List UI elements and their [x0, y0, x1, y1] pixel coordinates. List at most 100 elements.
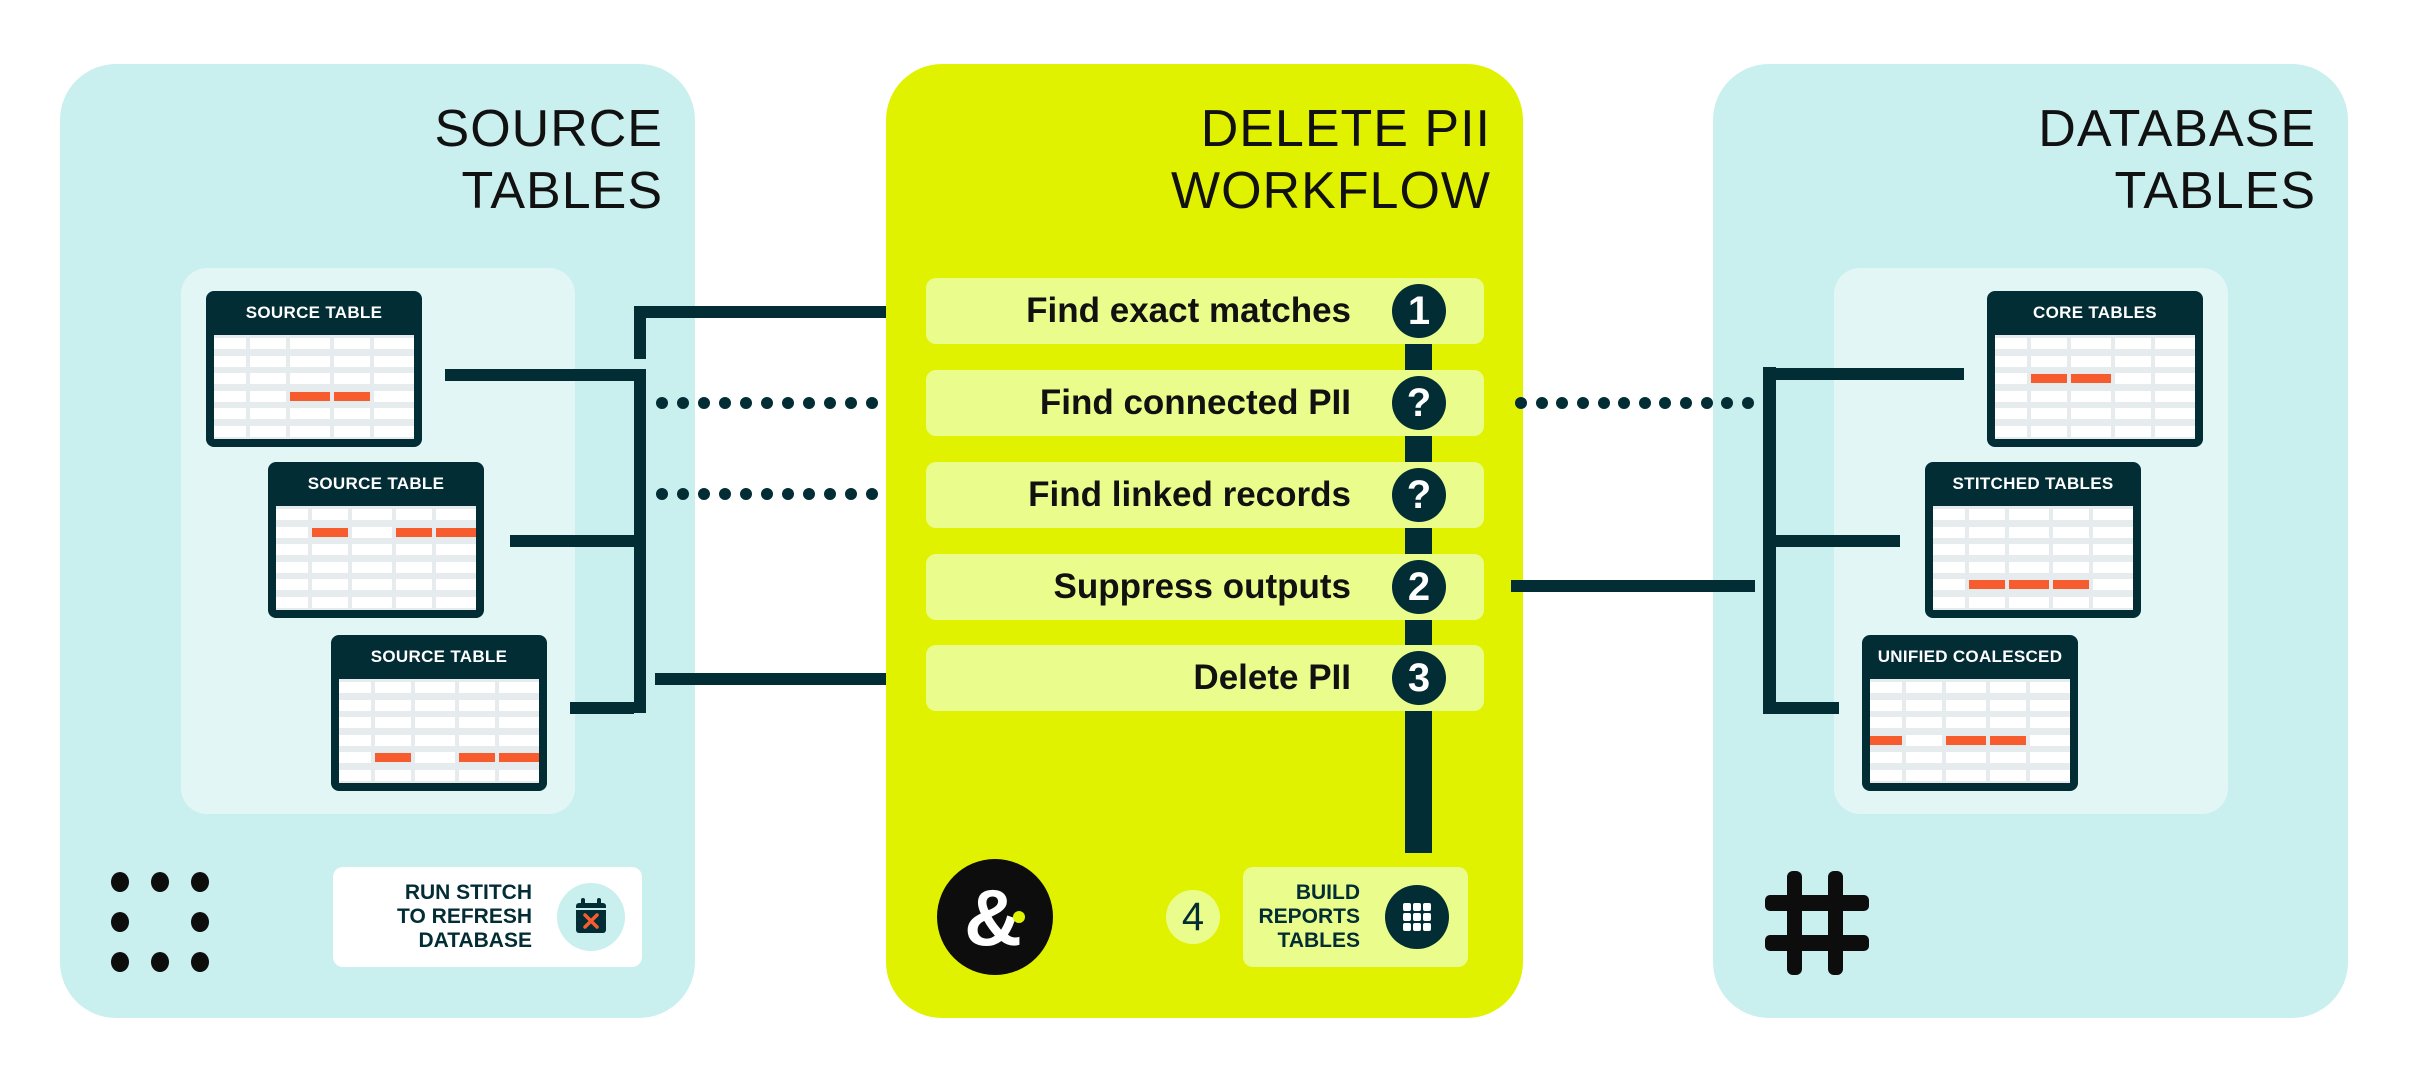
table-cell — [2093, 596, 2133, 608]
table-cell — [2155, 338, 2195, 349]
source-table[interactable]: SOURCE TABLE — [268, 462, 484, 618]
table-cell — [250, 425, 286, 437]
table-cell — [2009, 596, 2049, 608]
connector-to-step-1 — [634, 306, 899, 318]
table-cell — [250, 338, 286, 349]
step-badge: ? — [1392, 468, 1446, 522]
table-cell — [415, 734, 455, 746]
connector-dot — [761, 397, 773, 409]
build-reports-tables-button[interactable]: BUILD REPORTS TABLES — [1243, 867, 1468, 967]
table-cell — [276, 596, 308, 608]
table-cell — [352, 579, 392, 590]
table-cell — [2115, 390, 2151, 402]
highlighted-cell — [1969, 580, 2005, 589]
connector-dot — [698, 397, 710, 409]
connector-dot — [719, 397, 731, 409]
table-cell — [1933, 544, 1965, 555]
table-cell — [276, 579, 308, 590]
highlighted-cell — [396, 527, 432, 537]
table-cell — [2115, 355, 2151, 367]
table-cell — [2009, 509, 2049, 520]
table-cell — [1946, 717, 1986, 728]
table-cell — [352, 596, 392, 608]
table-cell — [374, 338, 414, 349]
table-cell — [1969, 526, 2005, 538]
table-cell — [276, 509, 308, 520]
table-cell — [290, 355, 330, 367]
table-cell — [2115, 338, 2151, 349]
connector-dot — [1618, 397, 1631, 409]
table-cell — [1933, 526, 1965, 538]
table-cell — [396, 561, 432, 573]
table-cell — [2093, 561, 2133, 573]
table-cell — [2071, 338, 2111, 349]
label-line: TABLES — [1277, 929, 1360, 952]
table-cell — [214, 390, 246, 402]
connector-dot — [761, 488, 773, 500]
table-cell — [374, 408, 414, 419]
connector-dot — [866, 397, 878, 409]
step-label: Delete PII — [1193, 658, 1351, 697]
source-table[interactable]: SOURCE TABLE — [331, 635, 547, 791]
table-cell — [374, 425, 414, 437]
connector-dot — [740, 488, 752, 500]
connector-dot — [845, 488, 857, 500]
table-cell — [1969, 544, 2005, 555]
table-cell — [339, 699, 371, 711]
table-cell — [436, 509, 476, 520]
table-cell — [1946, 682, 1986, 693]
title-line: DATABASE — [2038, 100, 2316, 158]
table-cell — [334, 338, 370, 349]
step-badge: 1 — [1392, 284, 1446, 338]
connector-dot — [1638, 397, 1651, 409]
highlighted-cell — [1870, 735, 1902, 745]
title-line: WORKFLOW — [1171, 162, 1491, 220]
table-cell — [1969, 509, 2005, 520]
table-cell — [1946, 752, 1986, 763]
table-cell — [2155, 390, 2195, 402]
grid-icon — [1385, 885, 1449, 949]
table-cell — [499, 769, 539, 781]
table-cell — [214, 373, 246, 384]
source-table[interactable]: SOURCE TABLE — [206, 291, 422, 447]
connector-dot — [1700, 397, 1713, 409]
table-cell — [276, 526, 308, 538]
highlighted-cell — [2053, 580, 2089, 589]
unified-coalesced-tables[interactable]: UNIFIED COALESCED — [1862, 635, 2078, 791]
table-cell — [290, 425, 330, 437]
run-stitch-button[interactable]: RUN STITCH TO REFRESH DATABASE — [333, 867, 642, 967]
table-cell — [1995, 338, 2027, 349]
table-cell — [1995, 390, 2027, 402]
table-cell — [276, 561, 308, 573]
table-cell — [2009, 561, 2049, 573]
table-header: SOURCE TABLE — [245, 303, 383, 322]
table-cell — [2093, 509, 2133, 520]
workflow-panel-title: DELETE PII WORKFLOW — [1171, 98, 1491, 222]
core-tables[interactable]: CORE TABLES — [1987, 291, 2203, 447]
table-cell — [2030, 682, 2070, 693]
source-table-3-stub — [570, 702, 634, 714]
table-cell — [2030, 734, 2070, 746]
connector-dot — [782, 488, 794, 500]
table-header: STITCHED TABLES — [1952, 474, 2114, 493]
table-cell — [2071, 355, 2111, 367]
table-cell — [1933, 579, 1965, 590]
table-cell — [2115, 408, 2151, 419]
table-cell — [396, 544, 432, 555]
table-cell — [1990, 699, 2026, 711]
stitched-tables[interactable]: STITCHED TABLES — [1925, 462, 2141, 618]
connector-dot — [698, 488, 710, 500]
table-cell — [459, 717, 495, 728]
table-cell — [312, 596, 348, 608]
table-grid — [339, 679, 539, 783]
connector-dot — [782, 397, 794, 409]
table-cell — [415, 682, 455, 693]
table-cell — [499, 734, 539, 746]
source-table-1-stub — [445, 369, 634, 381]
table-header: SOURCE TABLE — [370, 647, 508, 666]
connector-dot — [824, 397, 836, 409]
label-line: DATABASE — [418, 929, 532, 952]
step-badge: 3 — [1392, 651, 1446, 705]
table-cell — [214, 355, 246, 367]
connector-dot — [845, 397, 857, 409]
